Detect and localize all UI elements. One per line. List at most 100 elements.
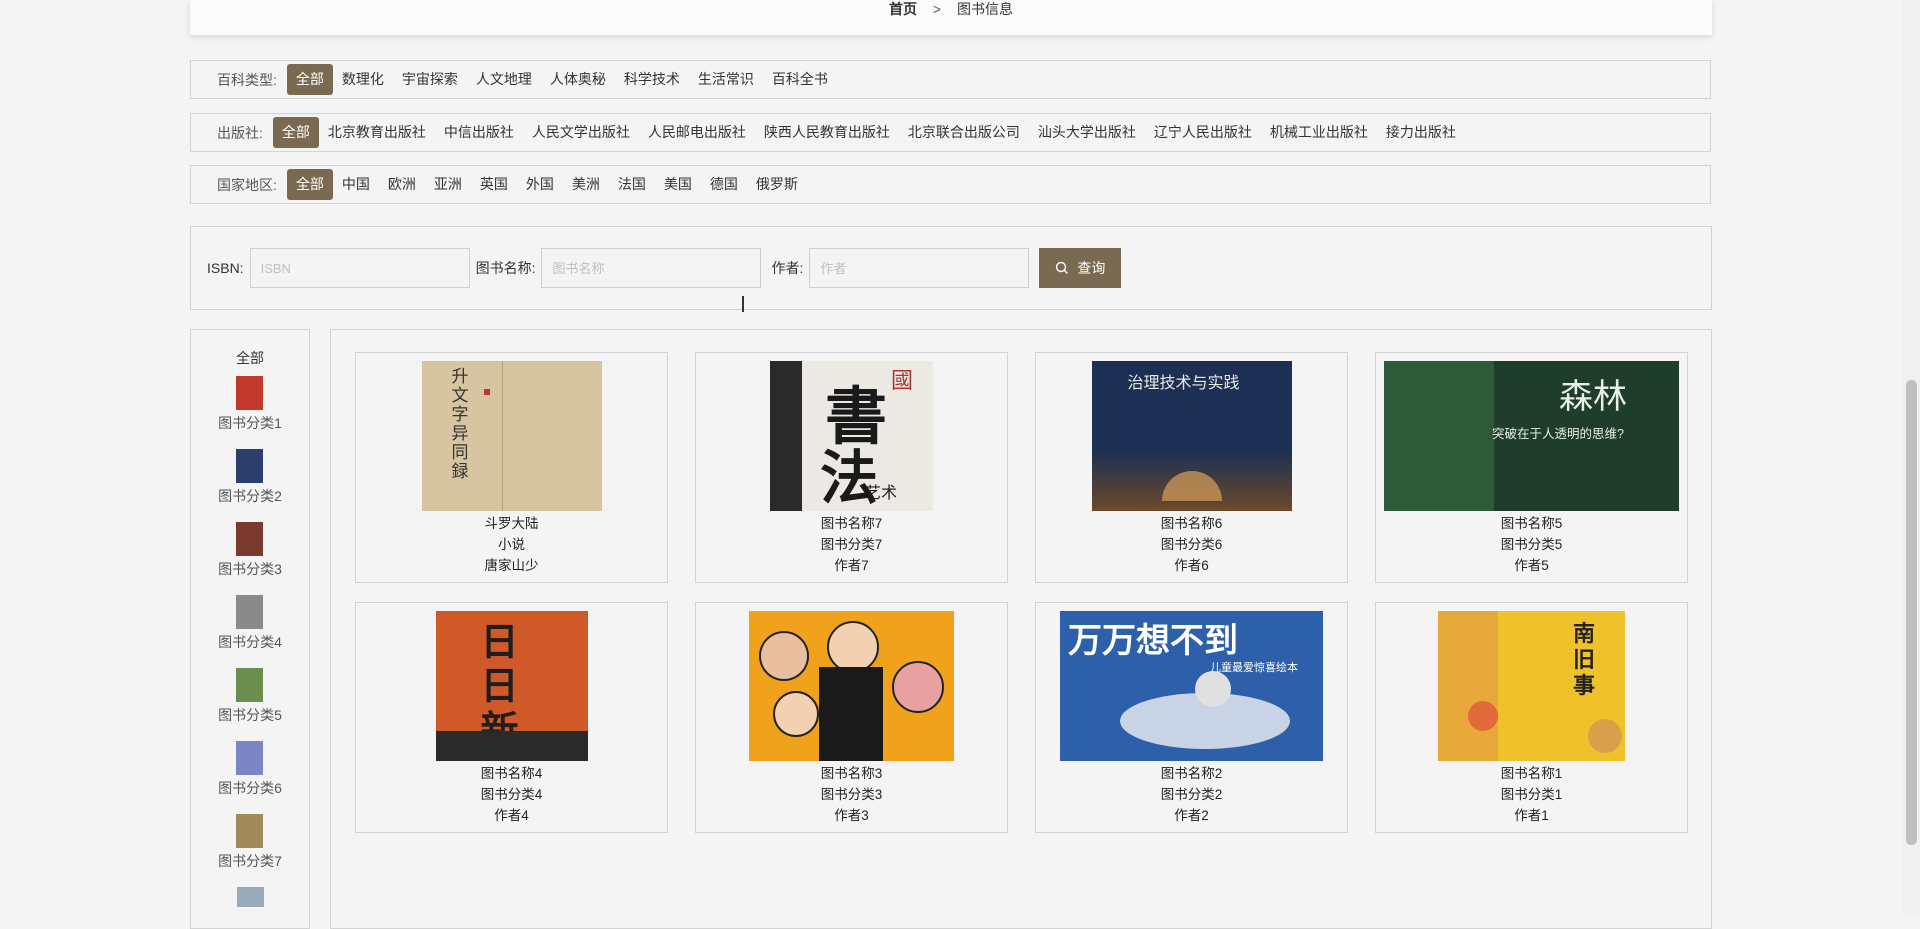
filter-chip[interactable]: 北京教育出版社 — [319, 117, 435, 148]
book-grid: 升文字异同録 斗罗大陆 小说 唐家山少書法國艺术 图书名称7 图书分类7 作者7 治理技术与实… — [330, 329, 1712, 929]
book-category: 小说 — [498, 537, 525, 552]
filter-chip[interactable]: 欧洲 — [379, 169, 425, 200]
query-button[interactable]: 查询 — [1039, 248, 1122, 288]
scrollbar[interactable] — [1903, 0, 1920, 916]
filter-chip[interactable]: 宇宙探索 — [393, 64, 467, 95]
scrollbar-thumb[interactable] — [1906, 380, 1917, 845]
search-bar: ISBN: 图书名称: 作者: 查询 — [190, 226, 1712, 310]
filter-row-region: 国家地区: 全部 中国 欧洲 亚洲 英国 外国 美洲 法国 美国 德国 俄罗斯 — [190, 165, 1711, 204]
filter-chip[interactable]: 亚洲 — [425, 169, 471, 200]
filter-label: 百科类型: — [217, 71, 277, 88]
book-author: 作者7 — [834, 558, 869, 573]
filter-chip[interactable]: 全部 — [286, 169, 333, 200]
book-cover-image[interactable]: 書法國艺术 — [770, 361, 933, 511]
book-card[interactable]: 万万想不到 儿童最爱惊喜绘本 图书名称2 图书分类2 作者2 — [1035, 602, 1348, 833]
book-info: 图书名称2 图书分类2 作者2 — [1161, 763, 1223, 826]
book-cover-image[interactable]: 治理技术与实践 — [1091, 361, 1292, 511]
author-input[interactable] — [809, 248, 1030, 288]
filter-chip[interactable]: 北京联合出版公司 — [899, 117, 1029, 148]
filter-chip[interactable]: 数理化 — [333, 64, 393, 95]
book-card[interactable]: 图书名称3 图书分类3 作者3 — [695, 602, 1008, 833]
sidebar-item-category[interactable]: 图书分类7 — [218, 814, 282, 887]
filter-chip[interactable]: 接力出版社 — [1377, 117, 1465, 148]
filter-chip[interactable]: 科学技术 — [615, 64, 689, 95]
book-name: 图书名称2 — [1160, 766, 1223, 781]
filter-chip[interactable]: 全部 — [272, 117, 319, 148]
book-info: 图书名称3 图书分类3 作者3 — [821, 763, 883, 826]
book-name: 图书名称5 — [1500, 516, 1563, 531]
book-cover-image[interactable]: 升文字异同録 — [421, 361, 602, 511]
filter-chip[interactable]: 百科全书 — [763, 64, 837, 95]
book-author: 作者4 — [494, 808, 529, 823]
filter-chip[interactable]: 人体奥秘 — [541, 64, 615, 95]
book-name: 图书名称4 — [480, 766, 543, 781]
filter-chip[interactable]: 法国 — [609, 169, 655, 200]
sidebar-item-label: 图书分类3 — [218, 561, 282, 577]
book-card[interactable]: 森林 突破在于人透明的思维? 图书名称5 图书分类5 作者5 — [1375, 352, 1688, 583]
breadcrumb: 首页 > 图书信息 — [889, 0, 1013, 18]
search-icon — [1056, 261, 1069, 274]
sidebar-item-category[interactable]: 图书分类2 — [218, 449, 282, 522]
filter-chip[interactable]: 汕头大学出版社 — [1029, 117, 1145, 148]
filter-chip[interactable]: 中国 — [333, 169, 379, 200]
breadcrumb-separator: > — [932, 1, 942, 17]
filter-chip[interactable]: 人文地理 — [467, 64, 541, 95]
book-info: 图书名称5 图书分类5 作者5 — [1501, 513, 1563, 576]
filter-chip[interactable]: 生活常识 — [689, 64, 763, 95]
category-thumbnail — [236, 668, 264, 702]
filter-chip[interactable]: 人民文学出版社 — [523, 117, 639, 148]
book-card[interactable]: 南旧事图书名称1 图书分类1 作者1 — [1375, 602, 1688, 833]
book-author: 作者1 — [1514, 808, 1549, 823]
isbn-input[interactable] — [249, 248, 470, 288]
book-name-input[interactable] — [541, 248, 762, 288]
filter-chip[interactable]: 机械工业出版社 — [1261, 117, 1377, 148]
book-cover-image[interactable]: 南旧事 — [1438, 611, 1625, 761]
text-cursor-icon — [742, 296, 744, 312]
sidebar-item-label: 图书分类2 — [218, 488, 282, 504]
sidebar-item-all[interactable]: 全部 — [236, 346, 264, 370]
book-name-label: 图书名称: — [475, 260, 536, 276]
book-category: 图书分类3 — [820, 787, 883, 802]
sidebar-item-label: 图书分类4 — [218, 634, 282, 650]
book-info: 图书名称6 图书分类6 作者6 — [1161, 513, 1223, 576]
book-category: 图书分类1 — [1500, 787, 1563, 802]
filter-row-type: 百科类型: 全部 数理化 宇宙探索 人文地理 人体奥秘 科学技术 生活常识 百科全书 — [190, 60, 1711, 99]
book-info: 图书名称7 图书分类7 作者7 — [821, 513, 883, 576]
filter-chip[interactable]: 中信出版社 — [435, 117, 523, 148]
sidebar-item-label: 图书分类7 — [218, 853, 282, 869]
filter-chip[interactable]: 英国 — [471, 169, 517, 200]
filter-chip[interactable]: 俄罗斯 — [747, 169, 807, 200]
cover-title: 南旧事 — [1573, 621, 1596, 698]
filter-chip[interactable]: 陕西人民教育出版社 — [755, 117, 899, 148]
filter-chip[interactable]: 德国 — [701, 169, 747, 200]
book-card[interactable]: 治理技术与实践图书名称6 图书分类6 作者6 — [1035, 352, 1348, 583]
book-author: 作者3 — [834, 808, 869, 823]
filter-label: 国家地区: — [217, 176, 277, 193]
book-cover-image[interactable]: 万万想不到 儿童最爱惊喜绘本 — [1060, 611, 1323, 761]
book-card[interactable]: 書法國艺术 图书名称7 图书分类7 作者7 — [695, 352, 1008, 583]
filter-chip[interactable]: 美洲 — [563, 169, 609, 200]
filter-chip[interactable]: 外国 — [517, 169, 563, 200]
filter-chip[interactable]: 辽宁人民出版社 — [1145, 117, 1261, 148]
book-card[interactable]: 升文字异同録 斗罗大陆 小说 唐家山少 — [355, 352, 668, 583]
cover-title: 治理技术与实践 — [1127, 375, 1240, 392]
sidebar-item-category[interactable]: 图书分类1 — [218, 376, 282, 449]
sidebar-item-label: 图书分类1 — [218, 415, 282, 431]
sidebar-item-partial[interactable] — [236, 887, 264, 907]
book-cover-image[interactable]: 森林 突破在于人透明的思维? — [1384, 361, 1679, 511]
sidebar-item-category[interactable]: 图书分类4 — [218, 595, 282, 668]
book-cover-image[interactable] — [749, 611, 954, 761]
sidebar-item-category[interactable]: 图书分类5 — [218, 668, 282, 741]
breadcrumb-home[interactable]: 首页 — [889, 1, 917, 17]
filter-chip[interactable]: 美国 — [655, 169, 701, 200]
sidebar-item-category[interactable]: 图书分类6 — [218, 741, 282, 814]
book-name: 图书名称1 — [1500, 766, 1563, 781]
category-sidebar: 全部 图书分类1 图书分类2 图书分类3 图书分类4 图书分类5 图书分类6 图书分类7 — [190, 329, 310, 929]
cover-title: 森林 — [1559, 378, 1627, 416]
sidebar-item-category[interactable]: 图书分类3 — [218, 522, 282, 595]
filter-chip[interactable]: 人民邮电出版社 — [639, 117, 755, 148]
book-cover-image[interactable]: 日日新 — [435, 611, 588, 761]
cover-title: 万万想不到 — [1068, 622, 1238, 660]
filter-chip[interactable]: 全部 — [286, 64, 333, 95]
book-card[interactable]: 日日新图书名称4 图书分类4 作者4 — [355, 602, 668, 833]
